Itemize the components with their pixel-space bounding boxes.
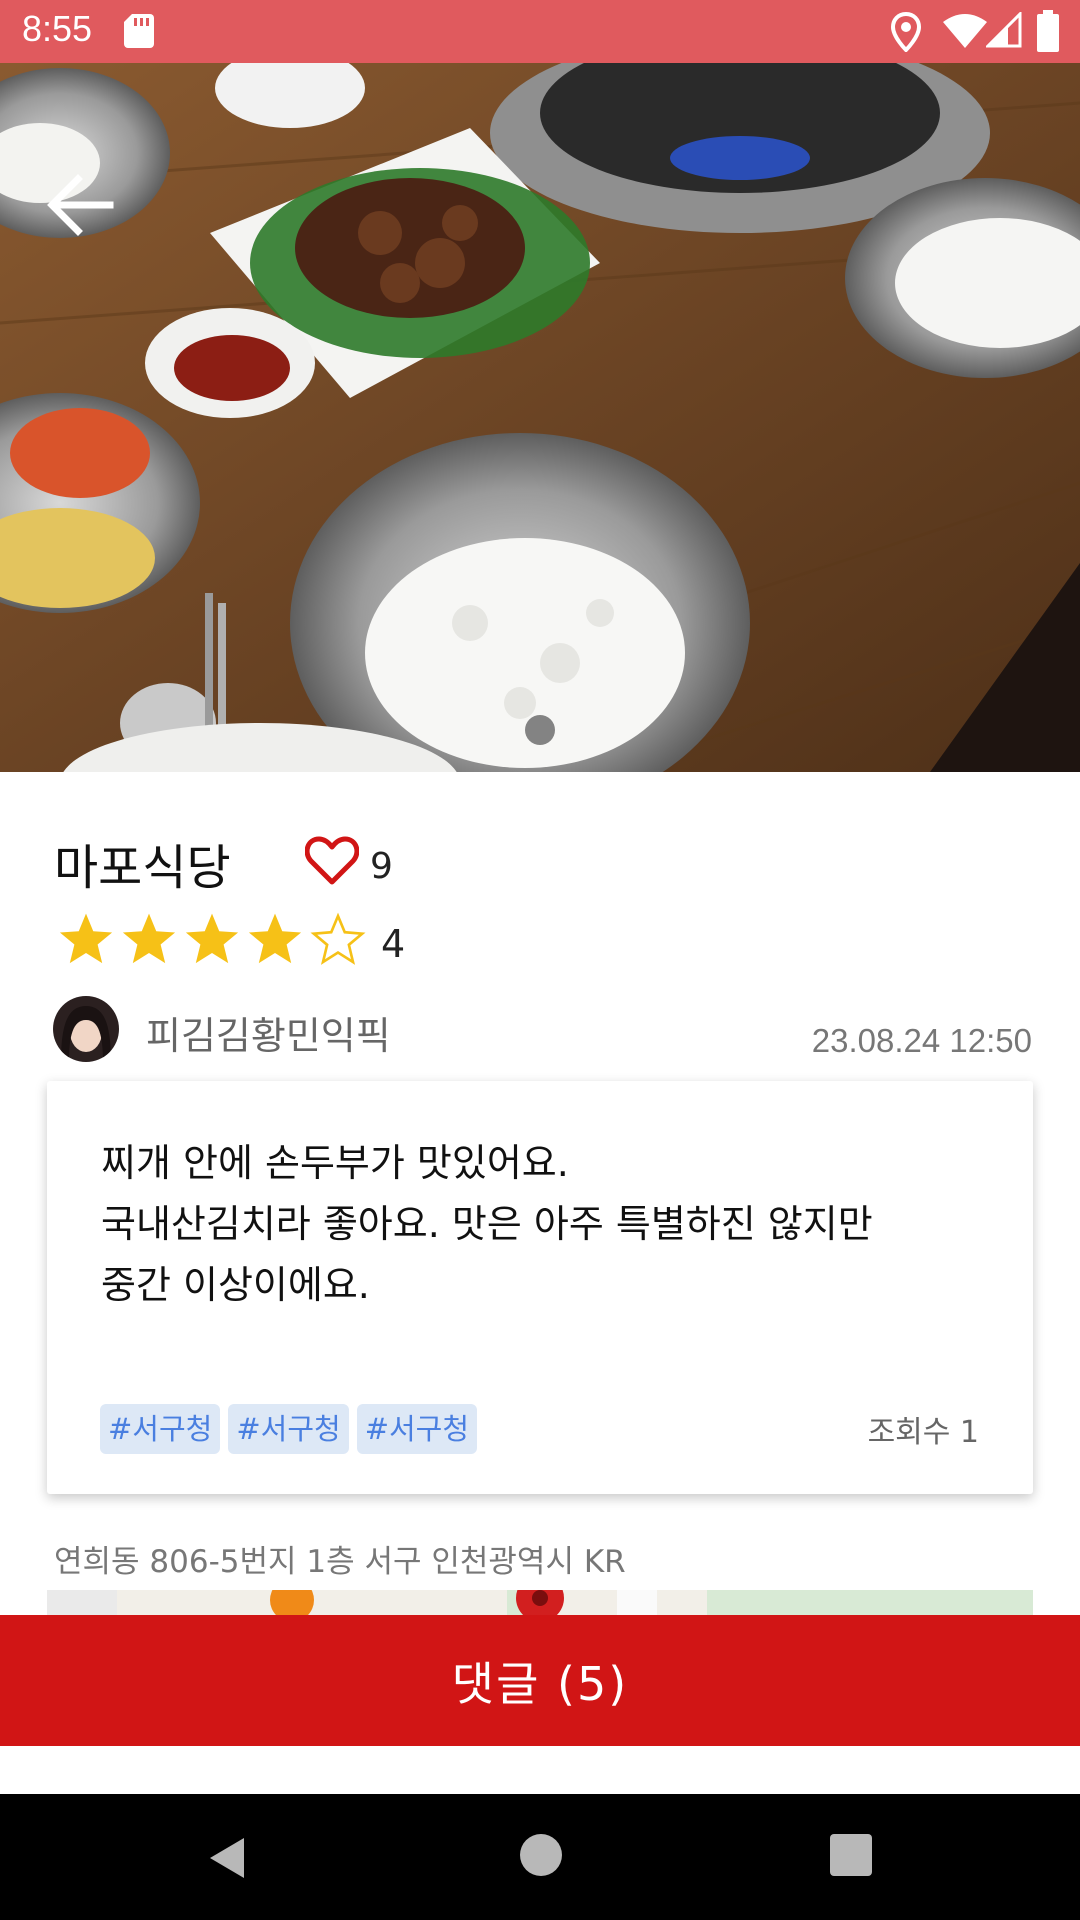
restaurant-name: 마포식당: [54, 840, 231, 896]
page-indicator-dot: [525, 715, 555, 745]
rating-stars: [56, 910, 371, 970]
tag-list: #서구청 #서구청 #서구청: [100, 1404, 485, 1454]
rating-value: 4: [381, 922, 406, 966]
status-time: 8:55: [22, 8, 93, 49]
status-bar: 8:55: [0, 0, 1080, 63]
author-name[interactable]: 피김김황민익픽: [146, 1005, 391, 1060]
review-line: 국내산김치라 좋아요. 맛은 아주 특별하진 않지만: [101, 1202, 873, 1246]
back-button[interactable]: [38, 163, 122, 247]
home-circle-icon[interactable]: [520, 1834, 562, 1876]
post-date: 23.08.24 12:50: [811, 1022, 1032, 1059]
location-icon: [890, 12, 922, 52]
food-photo: [0, 63, 1080, 772]
review-line: 찌개 안에 손두부가 맛있어요.: [101, 1141, 569, 1185]
recents-square-icon[interactable]: [830, 1834, 872, 1876]
star-filled-icon: [248, 913, 302, 964]
star-filled-icon: [185, 913, 239, 964]
battery-icon: [1037, 10, 1059, 52]
review-text: 찌개 안에 손두부가 맛있어요. 국내산김치라 좋아요. 맛은 아주 특별하진 …: [101, 1133, 981, 1316]
sd-card-icon: [124, 14, 154, 48]
heart-icon[interactable]: [305, 836, 359, 886]
like-count: 9: [370, 846, 393, 887]
star-empty-icon: [310, 912, 366, 965]
review-line: 중간 이상이에요.: [101, 1263, 370, 1307]
system-nav-bar: [0, 1794, 1080, 1920]
view-count: 조회수 1: [867, 1415, 979, 1450]
back-triangle-icon[interactable]: [204, 1834, 250, 1882]
hashtag-chip[interactable]: #서구청: [356, 1404, 478, 1454]
avatar[interactable]: [53, 996, 119, 1062]
star-filled-icon: [59, 913, 113, 964]
comments-button[interactable]: 댓글 (5): [0, 1615, 1080, 1746]
wifi-icon: [943, 14, 987, 48]
star-filled-icon: [122, 913, 176, 964]
address: 연희동 806-5번지 1층 서구 인천광역시 KR: [54, 1544, 626, 1580]
hashtag-chip[interactable]: #서구청: [100, 1404, 221, 1454]
food-photo-illustration: [0, 63, 1080, 772]
signal-icon: [986, 12, 1022, 48]
map-preview[interactable]: [47, 1590, 1033, 1616]
arrow-left-icon: [47, 174, 114, 236]
review-card: 찌개 안에 손두부가 맛있어요. 국내산김치라 좋아요. 맛은 아주 특별하진 …: [47, 1081, 1033, 1494]
hashtag-chip[interactable]: #서구청: [228, 1404, 349, 1454]
